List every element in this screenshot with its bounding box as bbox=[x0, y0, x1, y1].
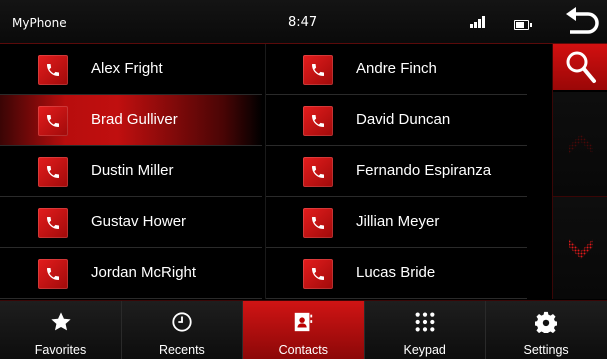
contact-row[interactable]: Lucas Bride bbox=[265, 248, 527, 299]
phone-icon bbox=[47, 64, 59, 76]
call-button[interactable] bbox=[303, 55, 333, 85]
phone-icon bbox=[47, 217, 59, 229]
tab-label: Settings bbox=[523, 343, 569, 357]
chevron-down-icon bbox=[569, 239, 593, 259]
contact-row[interactable]: Gustav Hower bbox=[0, 197, 262, 248]
call-button[interactable] bbox=[303, 106, 333, 136]
phone-icon bbox=[47, 268, 59, 280]
contact-row[interactable]: Dustin Miller bbox=[0, 146, 262, 197]
contact-row[interactable]: Andre Finch bbox=[265, 44, 527, 95]
clock-icon bbox=[172, 312, 192, 332]
search-button[interactable] bbox=[553, 44, 607, 90]
scroll-up-button[interactable] bbox=[553, 92, 607, 197]
tab-label: Keypad bbox=[403, 343, 446, 357]
contact-name: Dustin Miller bbox=[91, 162, 174, 179]
phone-icon bbox=[312, 115, 324, 127]
contact-name: Brad Gulliver bbox=[91, 111, 178, 128]
contact-book-icon bbox=[295, 312, 313, 332]
call-button[interactable] bbox=[303, 208, 333, 238]
contact-name: David Duncan bbox=[356, 111, 451, 128]
phone-icon bbox=[312, 268, 324, 280]
back-arrow-icon bbox=[566, 7, 599, 34]
tab-label: Favorites bbox=[34, 343, 87, 357]
phone-icon bbox=[312, 64, 324, 76]
call-button[interactable] bbox=[38, 106, 68, 136]
contact-row[interactable]: Brad Gulliver bbox=[0, 95, 262, 146]
device-name: MyPhone bbox=[12, 16, 67, 30]
contact-name: Andre Finch bbox=[356, 60, 437, 77]
call-button[interactable] bbox=[38, 55, 68, 85]
tab-recents[interactable]: Recents bbox=[121, 301, 244, 359]
call-button[interactable] bbox=[38, 208, 68, 238]
tab-label: Recents bbox=[158, 343, 205, 357]
side-panel bbox=[552, 44, 607, 299]
contact-name: Jordan McRight bbox=[91, 264, 197, 281]
contact-row[interactable]: Alex Fright bbox=[0, 44, 262, 95]
status-bar: MyPhone 8:47 bbox=[0, 0, 607, 44]
call-button[interactable] bbox=[38, 157, 68, 187]
contact-name: Fernando Espiranza bbox=[356, 162, 492, 179]
search-icon bbox=[566, 51, 596, 83]
contact-row[interactable]: Fernando Espiranza bbox=[265, 146, 527, 197]
tab-keypad[interactable]: Keypad bbox=[364, 301, 487, 359]
phone-icon bbox=[47, 115, 59, 127]
battery-icon bbox=[514, 20, 532, 30]
tab-favorites[interactable]: Favorites bbox=[0, 301, 122, 359]
call-button[interactable] bbox=[38, 259, 68, 289]
contact-name: Lucas Bride bbox=[356, 264, 436, 281]
scroll-down-button[interactable] bbox=[553, 197, 607, 299]
contact-row[interactable]: Jordan McRight bbox=[0, 248, 262, 299]
contact-name: Gustav Hower bbox=[91, 213, 187, 230]
back-button[interactable] bbox=[562, 6, 600, 38]
call-button[interactable] bbox=[303, 259, 333, 289]
tab-label: Contacts bbox=[278, 343, 328, 357]
phone-icon bbox=[47, 166, 59, 178]
tab-contacts[interactable]: Contacts bbox=[242, 301, 365, 359]
tab-bar: Favorites Recents Contacts Keypad Settings bbox=[0, 300, 607, 359]
column-divider bbox=[265, 44, 266, 299]
chevron-up-icon bbox=[569, 134, 593, 154]
phone-icon bbox=[312, 217, 324, 229]
keypad-icon bbox=[415, 312, 435, 332]
contact-name: Alex Fright bbox=[91, 60, 163, 77]
star-icon bbox=[50, 312, 71, 331]
clock: 8:47 bbox=[288, 15, 318, 30]
contact-list: Alex Fright Andre Finch Brad Gulliver David… bbox=[0, 44, 552, 299]
gear-icon bbox=[535, 311, 558, 333]
signal-strength-icon bbox=[470, 16, 488, 28]
phone-icon bbox=[312, 166, 324, 178]
call-button[interactable] bbox=[303, 157, 333, 187]
tab-settings[interactable]: Settings bbox=[486, 301, 607, 359]
contact-row[interactable]: David Duncan bbox=[265, 95, 527, 146]
contact-row[interactable]: Jillian Meyer bbox=[265, 197, 527, 248]
contact-name: Jillian Meyer bbox=[356, 213, 440, 230]
